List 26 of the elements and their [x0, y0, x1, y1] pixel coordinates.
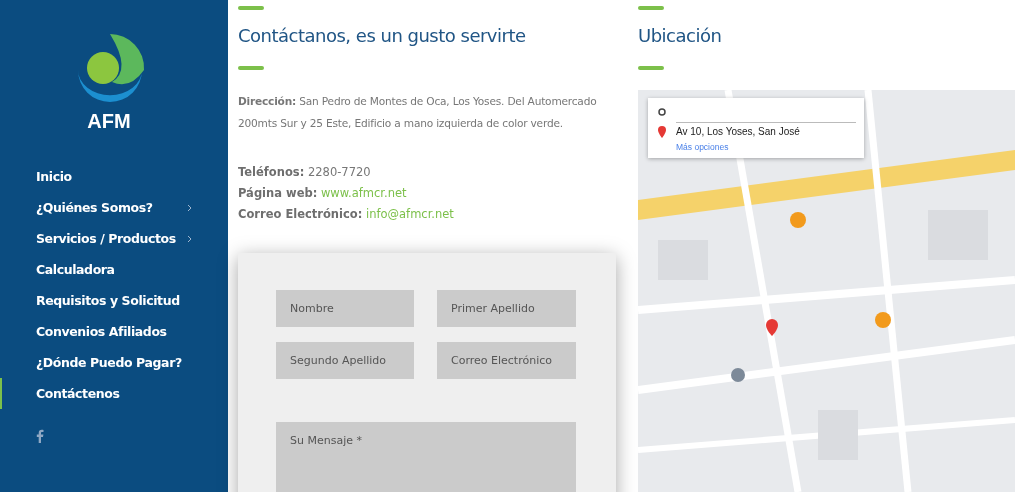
more-options-link[interactable]: Más opciones: [676, 142, 729, 152]
facebook-icon[interactable]: [36, 429, 44, 443]
input-field[interactable]: Correo Electrónico: [437, 342, 576, 379]
input-field[interactable]: Segundo Apellido: [276, 342, 414, 379]
detail-label: Teléfonos:: [238, 165, 305, 179]
input-field[interactable]: Nombre: [276, 290, 414, 327]
nav-item[interactable]: Convenios Afiliados: [0, 316, 228, 347]
nav-item[interactable]: Requisitos y Solicitud: [0, 285, 228, 316]
detail-value: 2280-7720: [307, 165, 371, 179]
nav-item[interactable]: Contáctenos: [0, 378, 228, 409]
destination-text: Av 10, Los Yoses, San José: [676, 126, 800, 137]
pin-icon: [658, 126, 666, 138]
contact-title: Contáctanos, es un gusto servirte: [238, 25, 527, 46]
nav-item[interactable]: Calculadora: [0, 254, 228, 285]
nav-item[interactable]: Servicios / Productos: [0, 223, 228, 254]
input-field[interactable]: Primer Apellido: [437, 290, 576, 327]
address-text: Dirección: San Pedro de Montes de Oca, Los Yoses. Del Automercado 200mts Sur y 25 Este, Edificio a mano izquierda de color verde.: [238, 94, 598, 131]
detail-label: Página web:: [238, 186, 318, 200]
nav-item[interactable]: ¿Dónde Puedo Pagar?: [0, 347, 228, 378]
origin-icon: [658, 108, 666, 116]
logo-text: AFM: [87, 110, 131, 133]
location-title: Ubicación: [638, 25, 723, 46]
nav-item[interactable]: Inicio: [0, 161, 228, 192]
message-field[interactable]: Su Mensaje *: [276, 422, 576, 492]
detail-label: Correo Electrónico:: [238, 207, 363, 221]
nav-item[interactable]: ¿Quiénes Somos?: [0, 192, 228, 223]
